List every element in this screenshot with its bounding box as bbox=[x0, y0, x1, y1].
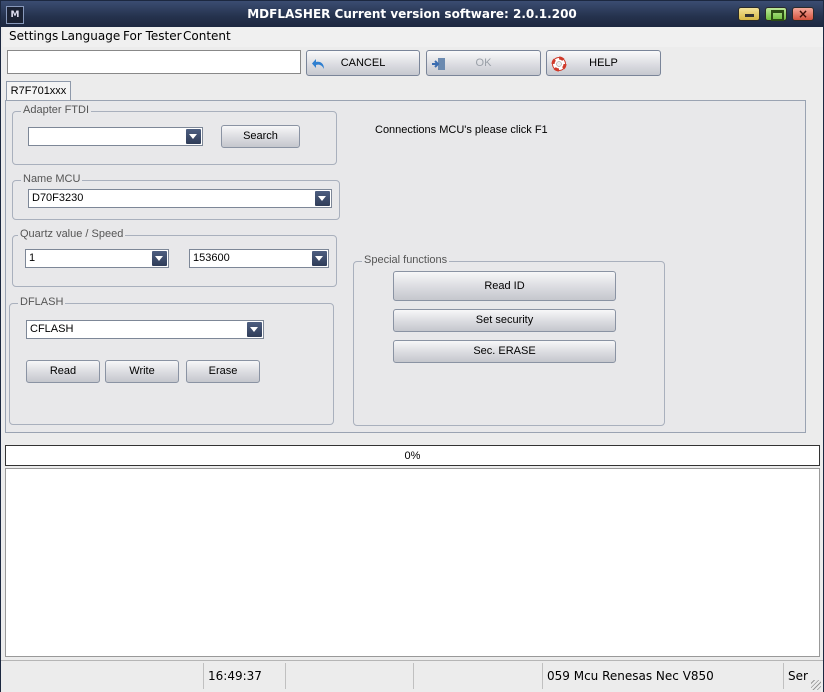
chevron-down-icon[interactable] bbox=[152, 251, 167, 266]
menu-bar: Settings Language For Tester Content bbox=[3, 27, 823, 47]
chevron-down-icon[interactable] bbox=[315, 191, 330, 206]
dflash-select[interactable]: CFLASH bbox=[26, 320, 264, 339]
chevron-down-icon[interactable] bbox=[247, 322, 262, 337]
set-security-button[interactable]: Set security bbox=[393, 309, 616, 332]
name-mcu-legend: Name MCU bbox=[21, 173, 83, 185]
search-button[interactable]: Search bbox=[221, 125, 300, 148]
ok-button-label: OK bbox=[475, 57, 492, 69]
status-panel-blank-2 bbox=[413, 663, 542, 689]
window-title: MDFLASHER Current version software: 2.0.… bbox=[247, 7, 577, 21]
main-window: M MDFLASHER Current version software: 2.… bbox=[0, 0, 824, 692]
erase-button[interactable]: Erase bbox=[186, 360, 260, 383]
special-functions-legend: Special functions bbox=[362, 254, 450, 266]
progress-bar: 0% bbox=[5, 445, 820, 466]
help-button-label: HELP bbox=[589, 57, 618, 69]
mcu-select-value: D70F3230 bbox=[32, 192, 84, 204]
menu-for-tester[interactable]: For Tester bbox=[123, 29, 182, 43]
maximize-button[interactable] bbox=[765, 7, 787, 21]
menu-content[interactable]: Content bbox=[183, 29, 231, 43]
mcu-select[interactable]: D70F3230 bbox=[28, 189, 332, 208]
speed-select[interactable]: 153600 bbox=[189, 249, 329, 268]
status-panel-device: 059 Mcu Renesas Nec V850 bbox=[542, 663, 783, 689]
special-functions-group: Special functions Read ID Set security S… bbox=[353, 254, 665, 426]
quartz-speed-legend: Quartz value / Speed bbox=[18, 228, 126, 240]
chevron-down-icon[interactable] bbox=[186, 129, 201, 144]
connection-hint: Connections MCU's please click F1 bbox=[375, 124, 548, 136]
tab-panel: Adapter FTDI Search Name MCU D70F3230 Qu… bbox=[5, 100, 806, 433]
adapter-ftdi-legend: Adapter FTDI bbox=[21, 104, 92, 116]
status-time: 16:49:37 bbox=[208, 669, 262, 683]
cancel-button-label: CANCEL bbox=[340, 57, 386, 69]
title-bar[interactable]: M MDFLASHER Current version software: 2.… bbox=[1, 1, 823, 27]
dflash-group: DFLASH CFLASH Read Write Erase bbox=[9, 296, 334, 425]
adapter-ftdi-group: Adapter FTDI Search bbox=[12, 104, 337, 165]
sec-erase-button[interactable]: Sec. ERASE bbox=[393, 340, 616, 363]
help-button[interactable]: HELP bbox=[546, 50, 661, 76]
menu-language[interactable]: Language bbox=[61, 29, 120, 43]
quartz-select[interactable]: 1 bbox=[25, 249, 169, 268]
cancel-button[interactable]: CANCEL bbox=[306, 50, 420, 76]
status-panel-time: 16:49:37 bbox=[203, 663, 285, 689]
log-area[interactable] bbox=[5, 468, 820, 657]
status-port: Ser bbox=[788, 669, 808, 683]
status-bar: 16:49:37 059 Mcu Renesas Nec V850 Ser bbox=[1, 660, 823, 692]
dflash-legend: DFLASH bbox=[18, 296, 66, 308]
menu-settings[interactable]: Settings bbox=[9, 29, 58, 43]
adapter-select[interactable] bbox=[28, 127, 203, 146]
read-button[interactable]: Read bbox=[26, 360, 100, 383]
dflash-select-value: CFLASH bbox=[30, 323, 74, 335]
progress-text: 0% bbox=[404, 450, 421, 462]
ok-button[interactable]: OK bbox=[426, 50, 541, 76]
close-button[interactable]: × bbox=[792, 7, 814, 21]
tab-r7f701xxx[interactable]: R7F701xxx bbox=[6, 81, 71, 100]
status-device: 059 Mcu Renesas Nec V850 bbox=[547, 669, 714, 683]
status-panel-blank bbox=[285, 663, 413, 689]
read-id-button[interactable]: Read ID bbox=[393, 271, 616, 301]
write-button[interactable]: Write bbox=[105, 360, 179, 383]
status-panel-empty bbox=[1, 663, 203, 689]
quartz-speed-group: Quartz value / Speed 1 153600 bbox=[12, 228, 337, 287]
command-input[interactable] bbox=[7, 50, 301, 74]
resize-grip-icon[interactable] bbox=[811, 680, 821, 690]
minimize-button[interactable] bbox=[738, 7, 760, 21]
quartz-select-value: 1 bbox=[29, 252, 36, 264]
name-mcu-group: Name MCU D70F3230 bbox=[12, 173, 340, 220]
speed-select-value: 153600 bbox=[193, 252, 230, 264]
chevron-down-icon[interactable] bbox=[312, 251, 327, 266]
